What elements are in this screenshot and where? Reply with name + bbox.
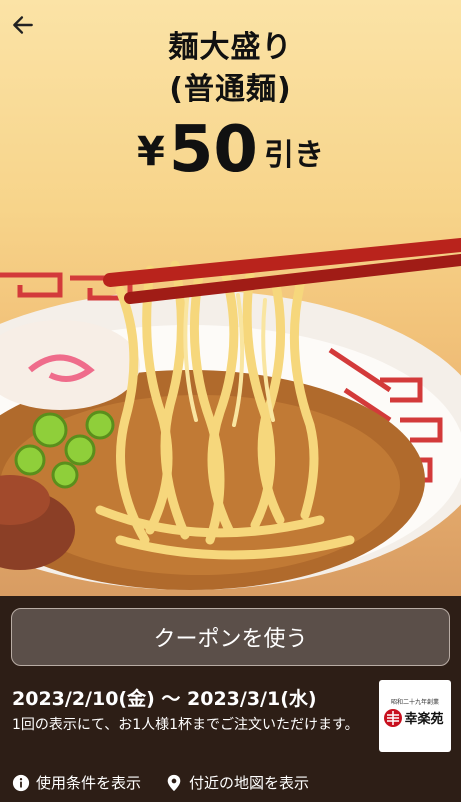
coupon-screen: 麺大盛り (普通麺) ¥50 引き クーポンを使う 2023/2/10(金) 〜…: [0, 0, 461, 802]
discount-amount: 50: [168, 113, 258, 187]
show-map-label: 付近の地図を表示: [189, 774, 310, 792]
location-pin-icon: [167, 774, 181, 791]
valid-period: 2023/2/10(金) 〜 2023/3/1(水): [12, 688, 317, 710]
show-terms-link[interactable]: 使用条件を表示: [12, 772, 141, 793]
logo-tagline: 昭和二十九年創業: [391, 698, 439, 706]
hero-image: 麺大盛り (普通麺) ¥50 引き: [0, 0, 461, 596]
coupon-links: 使用条件を表示 付近の地図を表示: [12, 772, 309, 793]
coupon-panel: クーポンを使う 2023/2/10(金) 〜 2023/3/1(水) 1回の表示…: [0, 596, 461, 802]
usage-note: 1回の表示にて、お1人様1杯までご注文いただけます。: [12, 717, 359, 733]
use-coupon-button[interactable]: クーポンを使う: [11, 608, 450, 666]
show-terms-label: 使用条件を表示: [36, 774, 142, 792]
discount-price: ¥50 引き: [0, 118, 461, 182]
coupon-title-line2: (普通麺): [169, 72, 292, 107]
info-icon: [12, 774, 30, 791]
logo-name: 幸楽苑: [404, 711, 443, 727]
coupon-title-line1: 麺大盛り: [168, 30, 293, 65]
show-map-link[interactable]: 付近の地図を表示: [165, 772, 309, 793]
discount-suffix: 引き: [263, 138, 324, 173]
ramen-photo: [0, 238, 461, 590]
yen-symbol: ¥: [137, 129, 165, 175]
store-logo: 昭和二十九年創業 幸楽苑: [379, 680, 451, 752]
